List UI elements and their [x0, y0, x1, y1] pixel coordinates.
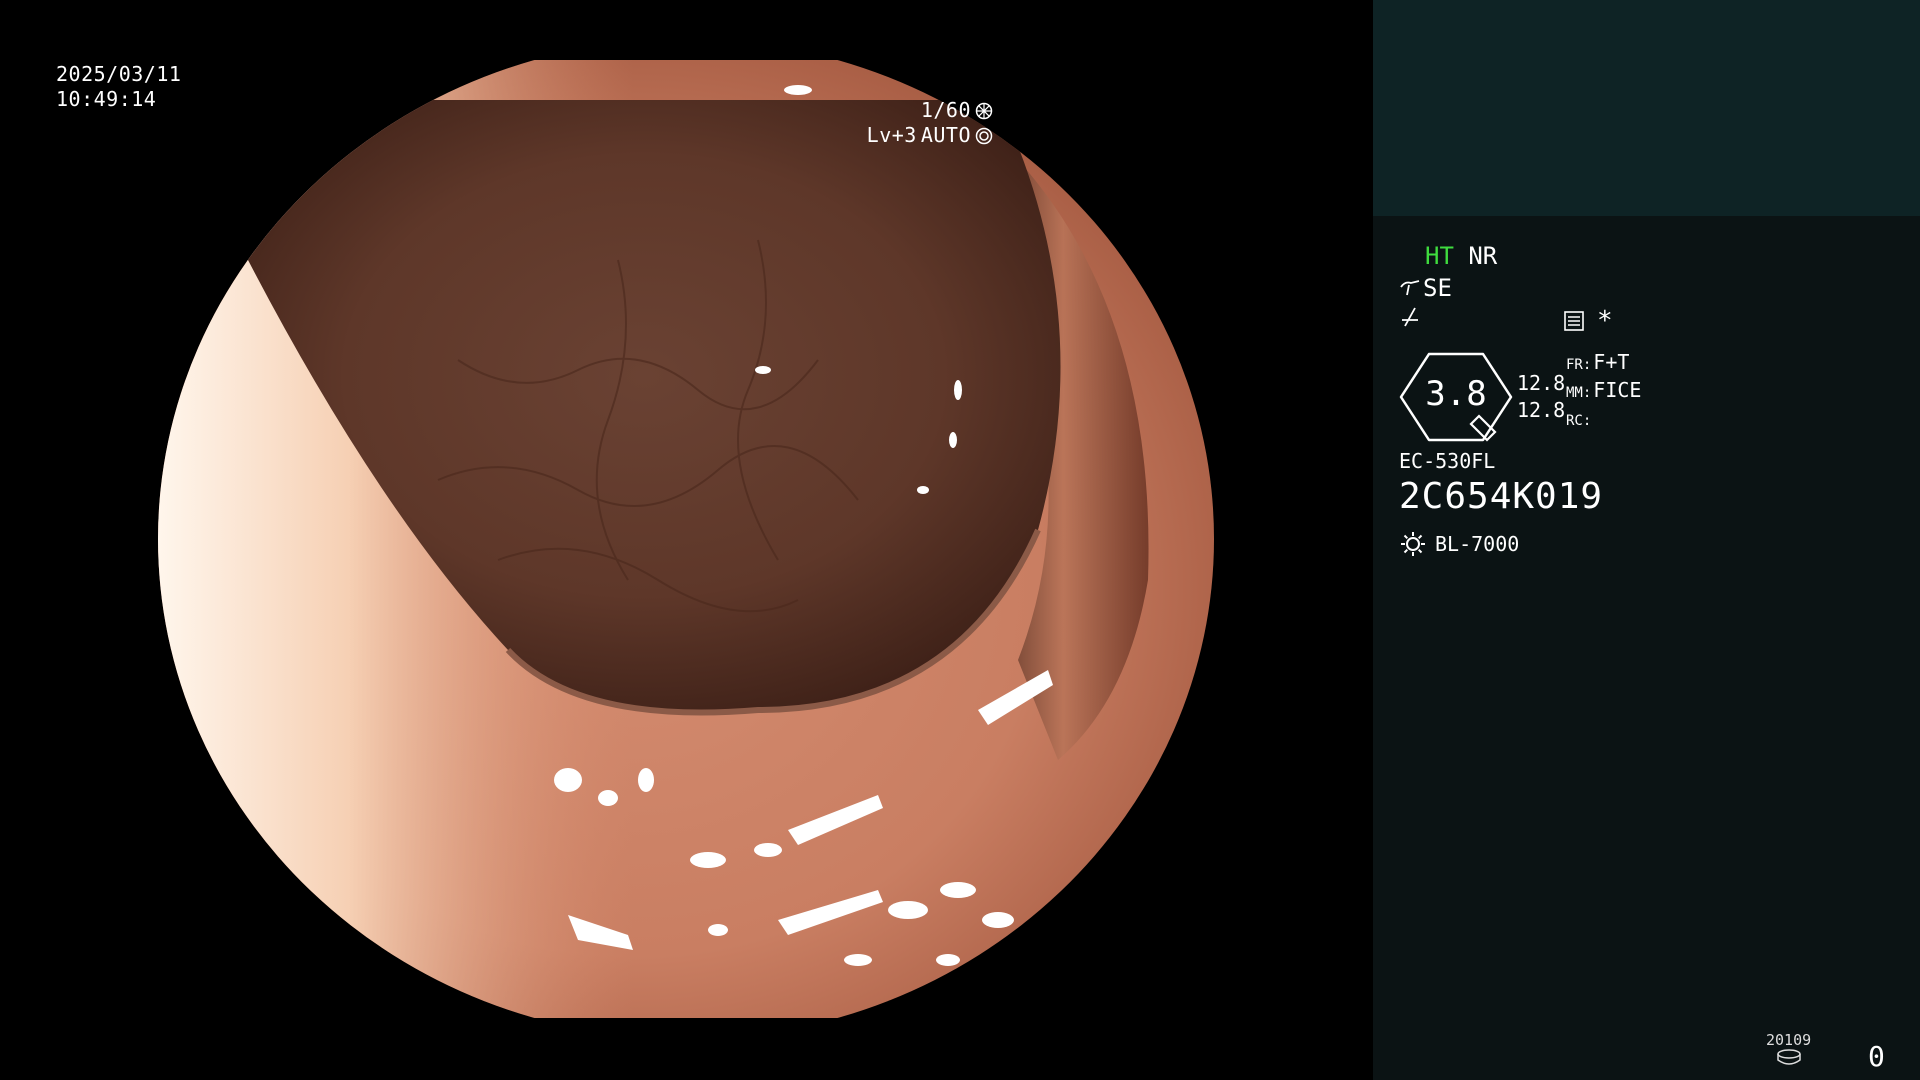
rc-key: RC:	[1566, 413, 1592, 429]
light-source-row: BL-7000	[1399, 530, 1519, 558]
mode-settings: FR: F+T MM: FICE RC:	[1566, 350, 1641, 434]
endoscopic-view	[158, 60, 1214, 1018]
se-label: SE	[1423, 274, 1452, 302]
date-text: 2025/03/11	[56, 62, 182, 86]
level-text: Lv+3	[866, 123, 917, 147]
se-row: SE	[1399, 274, 1452, 302]
structure-row	[1399, 306, 1421, 334]
menu-list-icon	[1564, 311, 1584, 331]
ht-label: HT	[1425, 242, 1454, 270]
time-text: 10:49:14	[56, 87, 157, 111]
info-panel: HT NR SE * 3.8 12.8 12.8 FR: F+T MM: FICE	[1373, 0, 1920, 1080]
structure-icon	[1402, 307, 1418, 327]
asterisk-indicator: *	[1597, 306, 1613, 336]
scope-curve-icon	[1400, 280, 1420, 296]
record-indicator: 20109	[1766, 1031, 1811, 1069]
scope-serial: 2C654K019	[1399, 476, 1604, 517]
nr-label: NR	[1468, 242, 1498, 270]
iris-gauge: 3.8	[1399, 352, 1513, 442]
menu-indicator: *	[1563, 306, 1613, 336]
enhancement-values: 12.8 12.8	[1517, 370, 1565, 424]
exposure-mode-text: AUTO	[920, 123, 971, 147]
auto-exposure-icon	[975, 127, 993, 144]
endoscope-image-area: 2025/03/11 10:49:14 1/60 Lv+3 AUTO	[0, 0, 1373, 1080]
fr-key: FR:	[1566, 357, 1592, 373]
value-1: 12.8	[1517, 371, 1566, 395]
mm-key: MM:	[1566, 385, 1592, 401]
disk-icon	[1776, 1049, 1801, 1065]
value-2: 12.8	[1517, 398, 1566, 422]
scope-model: EC-530FL	[1399, 449, 1496, 473]
enhancement-row: HT NR	[1425, 242, 1497, 270]
record-code: 20109	[1766, 1031, 1812, 1049]
shutter-text: 1/60	[920, 98, 971, 122]
aperture-icon	[975, 102, 993, 119]
iris-value: 3.8	[1425, 374, 1487, 414]
panel-header-area	[1373, 0, 1920, 216]
exposure-readout: 1/60 Lv+3 AUTO	[867, 98, 993, 148]
date-time-readout: 2025/03/11 10:49:14	[56, 62, 181, 112]
fr-value: F+T	[1593, 350, 1630, 374]
lamp-icon	[1401, 532, 1425, 556]
record-count: 0	[1868, 1040, 1885, 1073]
mm-value: FICE	[1593, 378, 1642, 402]
light-source-label: BL-7000	[1435, 532, 1520, 556]
